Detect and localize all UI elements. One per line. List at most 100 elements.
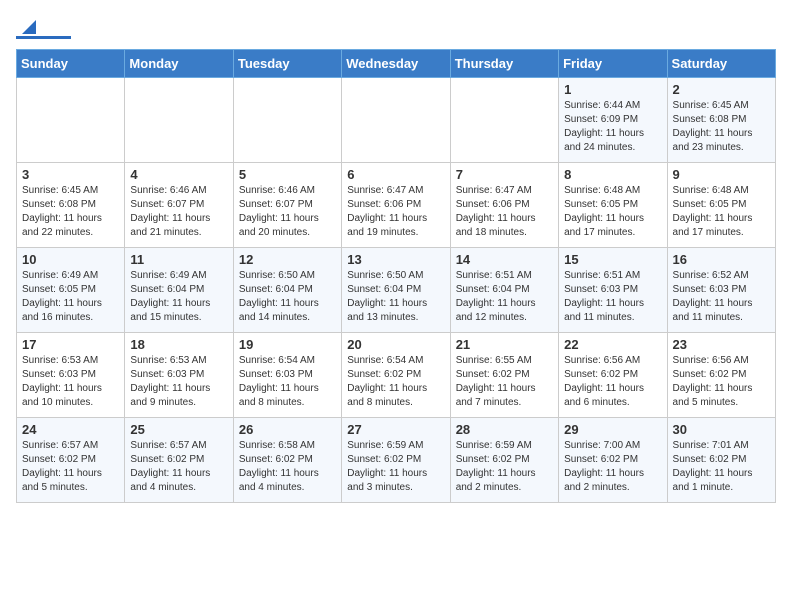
day-number: 13: [347, 252, 444, 267]
day-info: Sunrise: 6:49 AM Sunset: 6:05 PM Dayligh…: [22, 269, 119, 325]
day-info: Sunrise: 6:56 AM Sunset: 6:02 PM Dayligh…: [673, 354, 770, 410]
page-header: [16, 16, 776, 39]
day-number: 5: [239, 167, 336, 182]
calendar-cell: 14 Sunrise: 6:51 AM Sunset: 6:04 PM Dayli…: [450, 248, 558, 333]
day-number: 2: [673, 82, 770, 97]
logo: [16, 16, 71, 39]
day-info: Sunrise: 6:54 AM Sunset: 6:03 PM Dayligh…: [239, 354, 336, 410]
calendar-header-thursday: Thursday: [450, 50, 558, 78]
calendar-header-monday: Monday: [125, 50, 233, 78]
calendar-week-5: 24 Sunrise: 6:57 AM Sunset: 6:02 PM Dayli…: [17, 418, 776, 503]
calendar-cell: 1Sunrise: 6:44 AM Sunset: 6:09 PM Daylig…: [559, 78, 667, 163]
calendar-cell: 10 Sunrise: 6:49 AM Sunset: 6:05 PM Dayli…: [17, 248, 125, 333]
calendar-cell: [125, 78, 233, 163]
calendar-cell: [342, 78, 450, 163]
day-number: 8: [564, 167, 661, 182]
day-number: 16: [673, 252, 770, 267]
day-info: Sunrise: 6:46 AM Sunset: 6:07 PM Dayligh…: [239, 184, 336, 240]
calendar-cell: [17, 78, 125, 163]
day-number: 10: [22, 252, 119, 267]
day-number: 18: [130, 337, 227, 352]
day-info: Sunrise: 6:44 AM Sunset: 6:09 PM Dayligh…: [564, 99, 661, 155]
calendar-week-3: 10 Sunrise: 6:49 AM Sunset: 6:05 PM Dayli…: [17, 248, 776, 333]
calendar-cell: 7 Sunrise: 6:47 AM Sunset: 6:06 PM Daylig…: [450, 163, 558, 248]
day-info: Sunrise: 6:50 AM Sunset: 6:04 PM Dayligh…: [239, 269, 336, 325]
calendar-cell: 21Sunrise: 6:55 AM Sunset: 6:02 PM Dayli…: [450, 333, 558, 418]
calendar-cell: 22 Sunrise: 6:56 AM Sunset: 6:02 PM Dayli…: [559, 333, 667, 418]
calendar-header-wednesday: Wednesday: [342, 50, 450, 78]
day-number: 23: [673, 337, 770, 352]
calendar-header-sunday: Sunday: [17, 50, 125, 78]
day-number: 29: [564, 422, 661, 437]
day-info: Sunrise: 6:58 AM Sunset: 6:02 PM Dayligh…: [239, 439, 336, 495]
day-number: 27: [347, 422, 444, 437]
day-info: Sunrise: 6:48 AM Sunset: 6:05 PM Dayligh…: [564, 184, 661, 240]
day-info: Sunrise: 6:59 AM Sunset: 6:02 PM Dayligh…: [347, 439, 444, 495]
calendar-cell: 3Sunrise: 6:45 AM Sunset: 6:08 PM Daylig…: [17, 163, 125, 248]
calendar-cell: 6 Sunrise: 6:47 AM Sunset: 6:06 PM Daylig…: [342, 163, 450, 248]
day-number: 24: [22, 422, 119, 437]
day-info: Sunrise: 6:45 AM Sunset: 6:08 PM Dayligh…: [673, 99, 770, 155]
day-number: 11: [130, 252, 227, 267]
calendar-cell: 5 Sunrise: 6:46 AM Sunset: 6:07 PM Daylig…: [233, 163, 341, 248]
day-number: 17: [22, 337, 119, 352]
calendar-cell: 13 Sunrise: 6:50 AM Sunset: 6:04 PM Dayli…: [342, 248, 450, 333]
calendar-week-4: 17 Sunrise: 6:53 AM Sunset: 6:03 PM Dayli…: [17, 333, 776, 418]
calendar-cell: 9 Sunrise: 6:48 AM Sunset: 6:05 PM Daylig…: [667, 163, 775, 248]
day-info: Sunrise: 6:57 AM Sunset: 6:02 PM Dayligh…: [22, 439, 119, 495]
day-info: Sunrise: 6:50 AM Sunset: 6:04 PM Dayligh…: [347, 269, 444, 325]
day-info: Sunrise: 7:00 AM Sunset: 6:02 PM Dayligh…: [564, 439, 661, 495]
day-number: 26: [239, 422, 336, 437]
calendar-cell: 2 Sunrise: 6:45 AM Sunset: 6:08 PM Daylig…: [667, 78, 775, 163]
day-number: 20: [347, 337, 444, 352]
day-number: 25: [130, 422, 227, 437]
calendar-cell: [233, 78, 341, 163]
day-number: 22: [564, 337, 661, 352]
calendar-cell: 4 Sunrise: 6:46 AM Sunset: 6:07 PM Daylig…: [125, 163, 233, 248]
day-number: 19: [239, 337, 336, 352]
day-info: Sunrise: 6:55 AM Sunset: 6:02 PM Dayligh…: [456, 354, 553, 410]
day-info: Sunrise: 6:46 AM Sunset: 6:07 PM Dayligh…: [130, 184, 227, 240]
day-info: Sunrise: 6:59 AM Sunset: 6:02 PM Dayligh…: [456, 439, 553, 495]
day-number: 30: [673, 422, 770, 437]
calendar-cell: 30 Sunrise: 7:01 AM Sunset: 6:02 PM Dayli…: [667, 418, 775, 503]
calendar-cell: [450, 78, 558, 163]
calendar-cell: 19 Sunrise: 6:54 AM Sunset: 6:03 PM Dayli…: [233, 333, 341, 418]
calendar-cell: 16 Sunrise: 6:52 AM Sunset: 6:03 PM Dayli…: [667, 248, 775, 333]
calendar-week-2: 3Sunrise: 6:45 AM Sunset: 6:08 PM Daylig…: [17, 163, 776, 248]
calendar-header-friday: Friday: [559, 50, 667, 78]
day-info: Sunrise: 6:51 AM Sunset: 6:04 PM Dayligh…: [456, 269, 553, 325]
calendar-cell: 20 Sunrise: 6:54 AM Sunset: 6:02 PM Dayli…: [342, 333, 450, 418]
day-number: 6: [347, 167, 444, 182]
calendar-cell: 12 Sunrise: 6:50 AM Sunset: 6:04 PM Dayli…: [233, 248, 341, 333]
day-info: Sunrise: 6:47 AM Sunset: 6:06 PM Dayligh…: [456, 184, 553, 240]
day-info: Sunrise: 6:54 AM Sunset: 6:02 PM Dayligh…: [347, 354, 444, 410]
day-info: Sunrise: 6:48 AM Sunset: 6:05 PM Dayligh…: [673, 184, 770, 240]
day-number: 28: [456, 422, 553, 437]
day-number: 9: [673, 167, 770, 182]
day-info: Sunrise: 6:53 AM Sunset: 6:03 PM Dayligh…: [130, 354, 227, 410]
calendar-header-saturday: Saturday: [667, 50, 775, 78]
calendar-cell: 25Sunrise: 6:57 AM Sunset: 6:02 PM Dayli…: [125, 418, 233, 503]
day-number: 12: [239, 252, 336, 267]
day-number: 7: [456, 167, 553, 182]
day-info: Sunrise: 6:56 AM Sunset: 6:02 PM Dayligh…: [564, 354, 661, 410]
day-info: Sunrise: 7:01 AM Sunset: 6:02 PM Dayligh…: [673, 439, 770, 495]
calendar-cell: 11 Sunrise: 6:49 AM Sunset: 6:04 PM Dayli…: [125, 248, 233, 333]
day-info: Sunrise: 6:52 AM Sunset: 6:03 PM Dayligh…: [673, 269, 770, 325]
day-info: Sunrise: 6:51 AM Sunset: 6:03 PM Dayligh…: [564, 269, 661, 325]
day-number: 14: [456, 252, 553, 267]
day-info: Sunrise: 6:47 AM Sunset: 6:06 PM Dayligh…: [347, 184, 444, 240]
day-number: 15: [564, 252, 661, 267]
calendar-cell: 24 Sunrise: 6:57 AM Sunset: 6:02 PM Dayli…: [17, 418, 125, 503]
calendar-week-1: 1Sunrise: 6:44 AM Sunset: 6:09 PM Daylig…: [17, 78, 776, 163]
calendar-cell: 29 Sunrise: 7:00 AM Sunset: 6:02 PM Dayli…: [559, 418, 667, 503]
calendar-cell: 18 Sunrise: 6:53 AM Sunset: 6:03 PM Dayli…: [125, 333, 233, 418]
day-info: Sunrise: 6:49 AM Sunset: 6:04 PM Dayligh…: [130, 269, 227, 325]
day-info: Sunrise: 6:53 AM Sunset: 6:03 PM Dayligh…: [22, 354, 119, 410]
calendar-header-tuesday: Tuesday: [233, 50, 341, 78]
calendar-cell: 26 Sunrise: 6:58 AM Sunset: 6:02 PM Dayli…: [233, 418, 341, 503]
day-number: 4: [130, 167, 227, 182]
calendar-header-row: SundayMondayTuesdayWednesdayThursdayFrid…: [17, 50, 776, 78]
calendar-cell: 17 Sunrise: 6:53 AM Sunset: 6:03 PM Dayli…: [17, 333, 125, 418]
